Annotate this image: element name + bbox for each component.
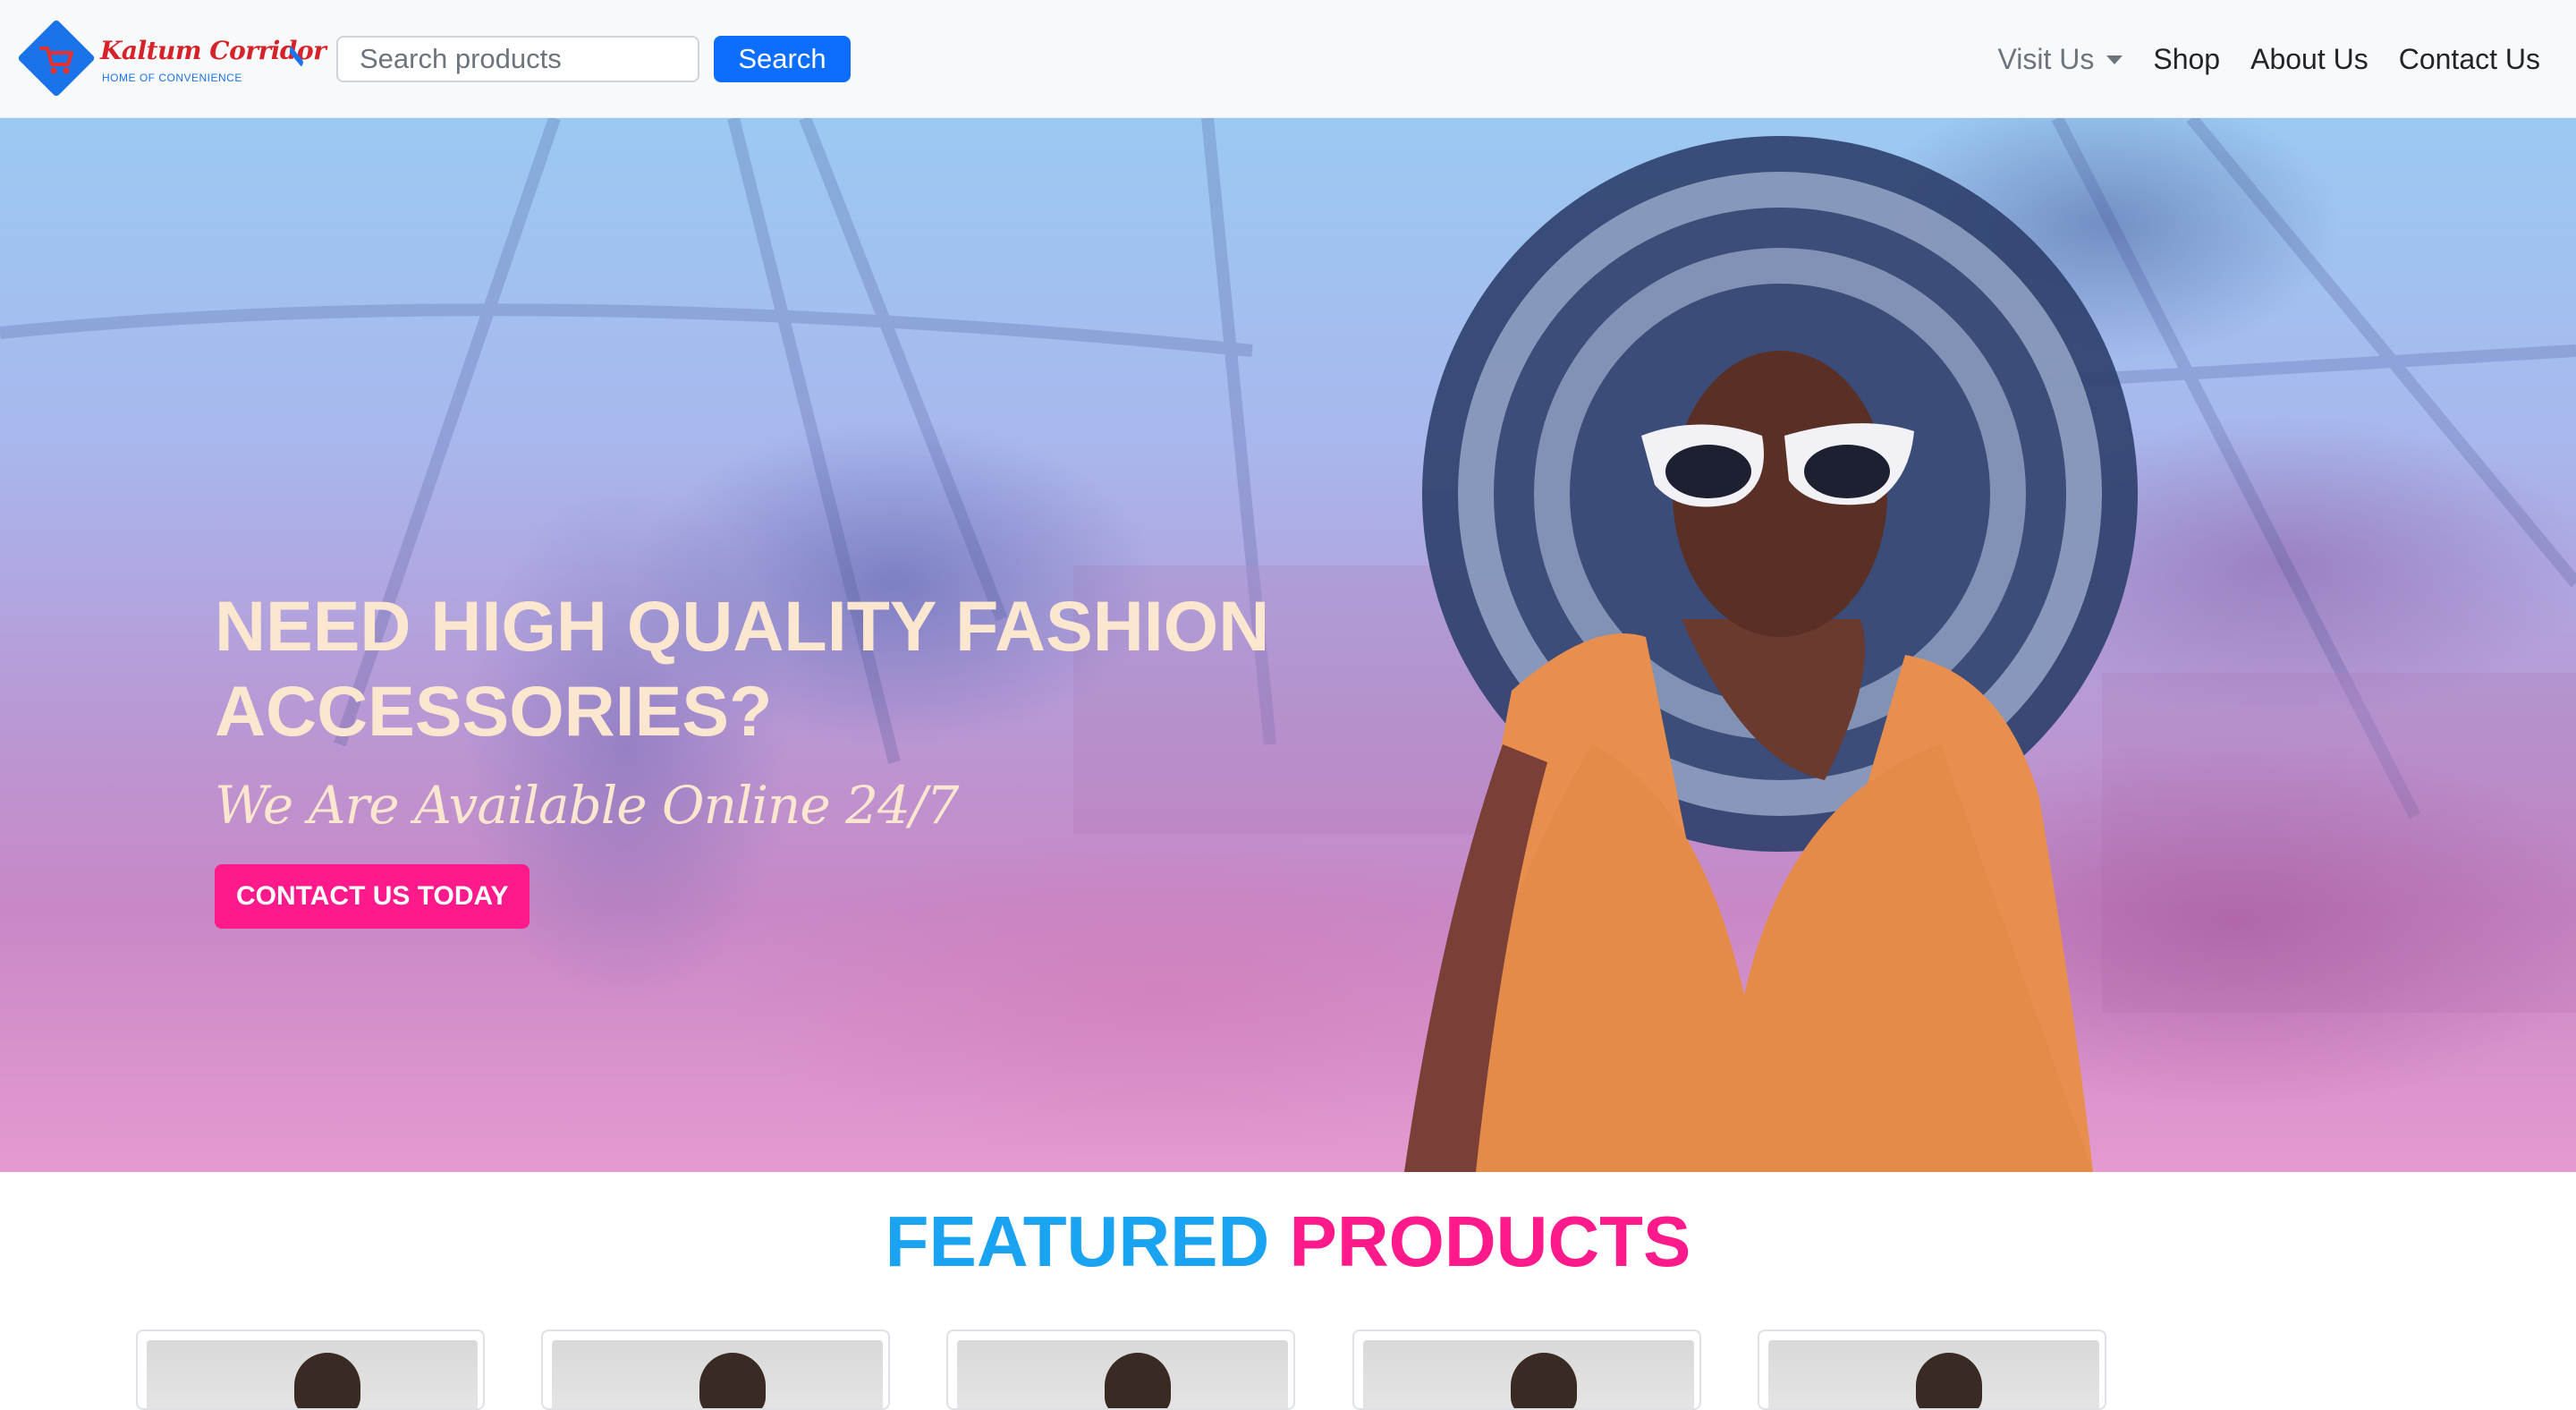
product-cards xyxy=(136,1329,2283,1410)
navbar: Kaltum Corridor HOME OF CONVENIENCE Sear… xyxy=(0,0,2576,118)
hero-title: NEED HIGH QUALITY FASHION ACCESSORIES? xyxy=(215,586,1270,751)
nav-about-us[interactable]: About Us xyxy=(2250,43,2368,76)
nav-visit-us-dropdown[interactable]: Visit Us xyxy=(1997,43,2123,76)
nav-visit-us-label: Visit Us xyxy=(1997,42,2095,75)
hero-banner: NEED HIGH QUALITY FASHION ACCESSORIES? W… xyxy=(0,118,2576,1172)
product-card[interactable] xyxy=(946,1329,1295,1410)
contact-us-today-button[interactable]: CONTACT US TODAY xyxy=(215,864,530,929)
hero-text-block: NEED HIGH QUALITY FASHION ACCESSORIES? W… xyxy=(215,583,1288,929)
person-photo-icon xyxy=(1105,1353,1171,1408)
product-image[interactable] xyxy=(552,1340,883,1408)
product-image[interactable] xyxy=(957,1340,1288,1408)
featured-products-title: FEATURED PRODUCTS xyxy=(0,1199,2576,1285)
nav-contact-us[interactable]: Contact Us xyxy=(2399,43,2540,76)
search-button[interactable]: Search xyxy=(714,36,851,82)
product-image[interactable] xyxy=(1363,1340,1694,1408)
product-card[interactable] xyxy=(1352,1329,1701,1410)
search-input[interactable] xyxy=(336,36,699,82)
product-card[interactable] xyxy=(541,1329,890,1410)
product-image[interactable] xyxy=(1768,1340,2099,1408)
hero-subtitle: We Are Available Online 24/7 xyxy=(215,775,959,836)
person-photo-icon xyxy=(699,1353,766,1408)
featured-title-part2: PRODUCTS xyxy=(1289,1202,1691,1281)
person-photo-icon xyxy=(294,1353,360,1408)
brand-tagline: HOME OF CONVENIENCE xyxy=(102,72,242,84)
person-photo-icon xyxy=(1916,1353,1982,1408)
caret-down-icon xyxy=(2106,55,2123,64)
nav-shop[interactable]: Shop xyxy=(2153,43,2220,76)
person-photo-icon xyxy=(1511,1353,1577,1408)
featured-title-part1: FEATURED xyxy=(885,1202,1270,1281)
nav-links: Visit Us Shop About Us Contact Us xyxy=(1997,36,2540,82)
hero-model-image xyxy=(1404,136,2138,1172)
product-card[interactable] xyxy=(1758,1329,2106,1410)
product-image[interactable] xyxy=(147,1340,478,1408)
brand-logo[interactable]: Kaltum Corridor HOME OF CONVENIENCE xyxy=(17,19,326,98)
product-card[interactable] xyxy=(136,1329,485,1410)
shopping-cart-icon xyxy=(39,47,73,74)
